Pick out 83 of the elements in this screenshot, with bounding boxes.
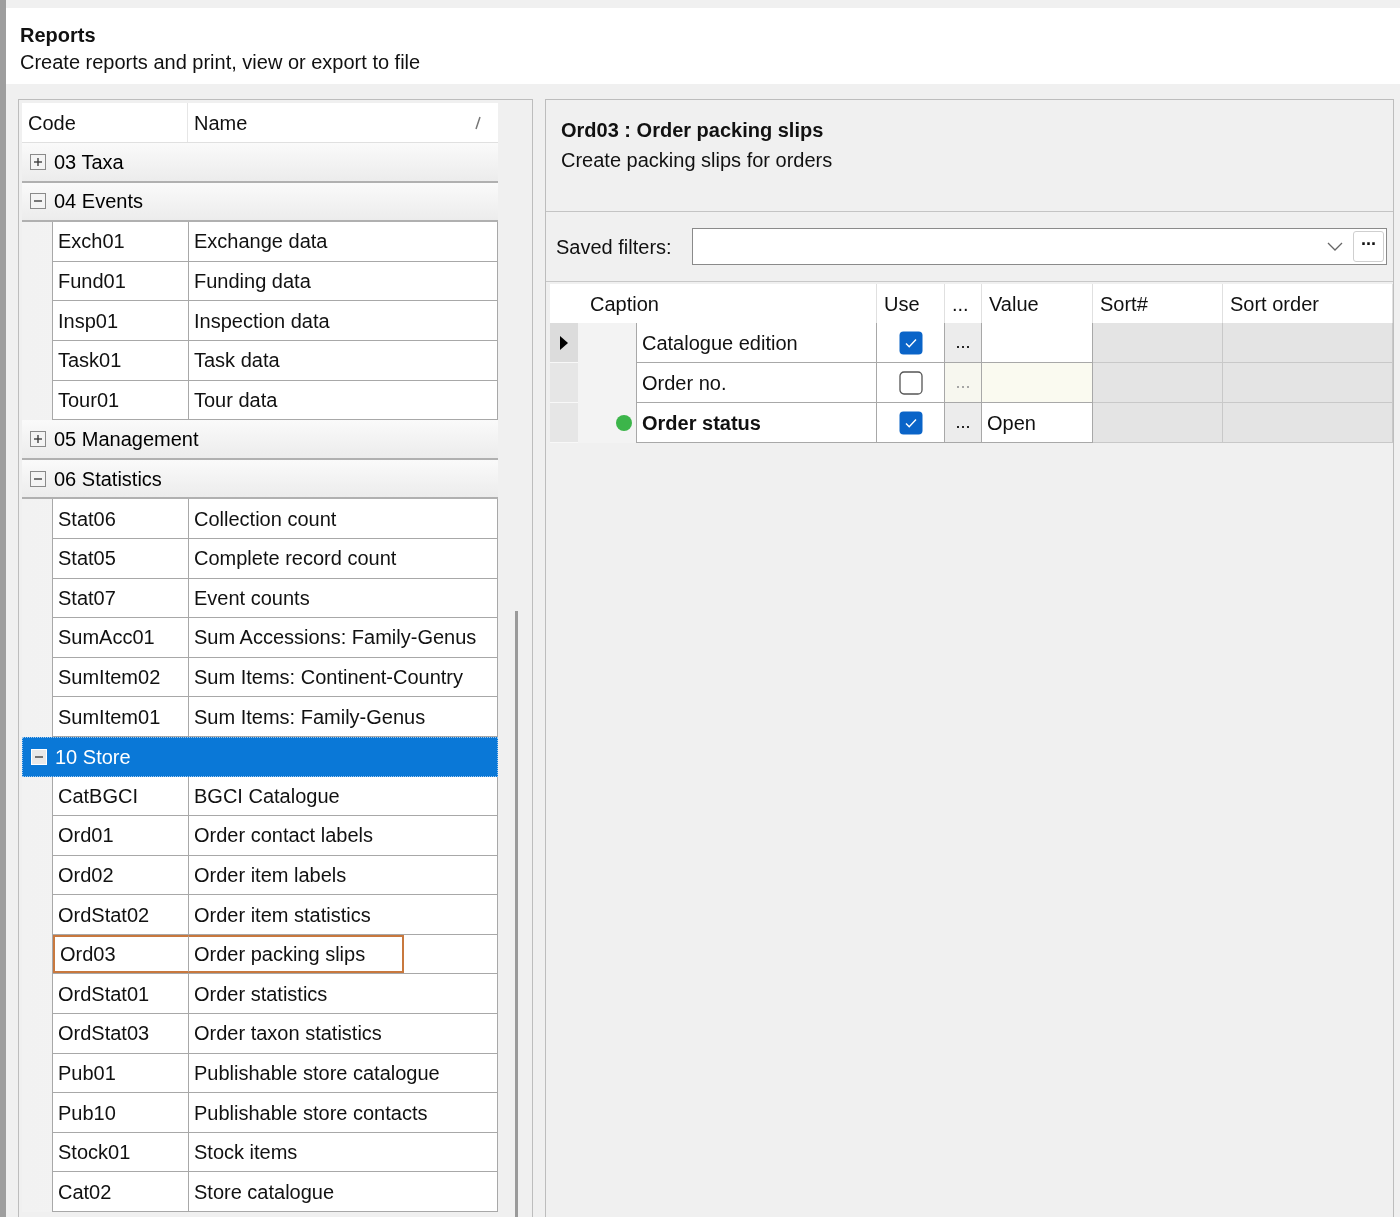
table-cell[interactable]: Store catalogue (189, 1172, 497, 1212)
table-cell[interactable]: OrdStat01 (53, 974, 189, 1014)
table-cell[interactable]: Stock01 (53, 1132, 189, 1172)
table-cell[interactable]: Funding data (189, 261, 497, 301)
table-cell[interactable]: Stat05 (53, 538, 189, 578)
table-cell[interactable]: Exch01 (53, 222, 189, 261)
sort-icon (474, 115, 482, 130)
tree-group-row[interactable]: 03 Taxa (22, 143, 498, 183)
column-header[interactable]: Name (188, 103, 498, 142)
table-cell[interactable]: Pub01 (53, 1053, 189, 1093)
report-title: Ord03 : Order packing slips (561, 118, 825, 143)
table-cell[interactable]: Open (982, 403, 1093, 443)
report-description: Create packing slips for orders (561, 148, 834, 173)
group-label: 05 Management (54, 426, 199, 452)
checkbox[interactable] (898, 410, 923, 435)
collapse-icon[interactable] (30, 470, 46, 487)
table-cell[interactable]: SumItem01 (53, 697, 189, 736)
row-indicator[interactable] (550, 323, 578, 363)
table-cell[interactable]: Ord01 (53, 816, 189, 855)
tree-group-row[interactable]: 06 Statistics (22, 459, 498, 500)
table-cell[interactable]: Order item statistics (189, 895, 497, 934)
table-cell[interactable]: Tour01 (53, 380, 189, 420)
table-cell[interactable]: Pub10 (53, 1093, 189, 1132)
ellipsis-button[interactable]: ... (945, 323, 982, 363)
table-cell[interactable]: Complete record count (189, 538, 497, 578)
table-cell[interactable]: Order taxon statistics (189, 1014, 497, 1053)
checkbox[interactable] (898, 330, 923, 355)
table-cell[interactable]: Order packing slips (189, 934, 404, 974)
table-cell[interactable]: Ord02 (53, 855, 189, 895)
expand-icon[interactable] (30, 430, 46, 447)
group-label: 06 Statistics (54, 466, 162, 492)
page-title: Reports (20, 23, 97, 48)
checkbox[interactable] (898, 370, 923, 395)
table-cell[interactable]: Fund01 (53, 261, 189, 301)
table-cell[interactable]: SumAcc01 (53, 618, 189, 657)
table-cell[interactable]: OrdStat03 (53, 1014, 189, 1053)
field-label: Saved filters: (556, 234, 672, 260)
page-subtitle: Create reports and print, view or export to file (20, 50, 422, 75)
table-cell[interactable]: Order statistics (189, 974, 497, 1014)
scrollbar[interactable] (514, 611, 518, 1217)
table-cell[interactable]: Task data (189, 340, 497, 380)
column-header[interactable]: Code (22, 103, 188, 142)
row-pointer-icon (559, 334, 569, 351)
group-label: 04 Events (54, 189, 143, 215)
chevron-down-icon[interactable] (1327, 241, 1343, 252)
table-cell[interactable]: Order item labels (189, 855, 497, 895)
table-cell[interactable]: SumItem02 (53, 657, 189, 697)
table-cell[interactable]: Order status (636, 403, 877, 443)
table-cell[interactable]: Task01 (53, 340, 189, 380)
table-cell[interactable]: Inspection data (189, 301, 497, 340)
table-cell[interactable]: Stat07 (53, 578, 189, 618)
tree-group-row[interactable]: 05 Management (22, 420, 498, 460)
saved-filters-dropdown[interactable]: ... (691, 228, 1387, 265)
table-cell[interactable]: Publishable store contacts (189, 1093, 497, 1132)
table-cell[interactable]: OrdStat02 (53, 895, 189, 934)
more-button[interactable]: ... (1353, 231, 1384, 262)
group-label: 03 Taxa (54, 149, 124, 175)
table-cell[interactable]: BGCI Catalogue (189, 776, 497, 816)
expand-icon[interactable] (30, 153, 46, 170)
table-cell[interactable]: Exchange data (189, 222, 497, 261)
table-cell[interactable]: CatBGCI (53, 776, 189, 816)
table-cell[interactable]: Stock items (189, 1132, 497, 1172)
table-cell[interactable]: Catalogue edition (636, 323, 877, 363)
table-cell[interactable]: Collection count (189, 499, 497, 538)
table-cell[interactable]: Sum Items: Continent-Country (189, 657, 497, 697)
table-cell[interactable]: Ord03 (53, 934, 189, 974)
group-label: 10 Store (55, 744, 131, 770)
table-cell[interactable]: Insp01 (53, 301, 189, 340)
tree-group-row[interactable]: 04 Events (22, 182, 498, 223)
table-cell[interactable]: Event counts (189, 578, 497, 618)
table-cell[interactable] (982, 323, 1093, 363)
table-cell[interactable]: Sum Items: Family-Genus (189, 697, 497, 736)
table-cell[interactable]: Order contact labels (189, 816, 497, 855)
table-cell[interactable] (982, 363, 1093, 403)
table-cell[interactable]: Tour data (189, 380, 497, 420)
table-cell[interactable]: Order no. (636, 363, 877, 403)
table-cell[interactable]: Cat02 (53, 1172, 189, 1212)
table-cell[interactable]: Stat06 (53, 499, 189, 538)
collapse-icon[interactable] (30, 193, 46, 210)
table-cell[interactable]: Sum Accessions: Family-Genus (189, 618, 497, 657)
table-cell[interactable]: Publishable store catalogue (189, 1053, 497, 1093)
tree-group-row[interactable]: 10 Store (22, 736, 498, 777)
ellipsis-button[interactable]: ... (945, 403, 982, 443)
